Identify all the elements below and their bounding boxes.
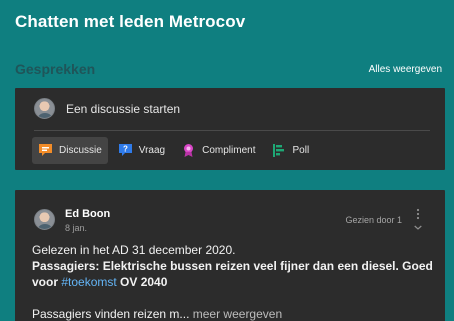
question-button[interactable]: ? Vraag — [112, 137, 171, 164]
svg-text:?: ? — [123, 145, 128, 154]
post-date: 8 jan. — [65, 223, 88, 233]
discussion-label: Discussie — [59, 145, 102, 156]
post-body: Gelezen in het AD 31 december 2020. Pass… — [32, 242, 434, 321]
award-icon — [181, 143, 196, 158]
discussion-post-card: Ed Boon 8 jan. Gezien door 1 Gelezen in … — [15, 190, 445, 321]
conversations-header: Gesprekken Alles weergeven — [15, 61, 442, 77]
start-discussion-input[interactable]: Een discussie starten — [66, 102, 180, 116]
compliment-button[interactable]: Compliment — [175, 137, 261, 164]
poll-button[interactable]: Poll — [265, 137, 315, 164]
hashtag-link[interactable]: #toekomst — [61, 275, 116, 289]
post-headline: Passagiers: Elektrische bussen reizen ve… — [32, 258, 434, 290]
composer-divider — [34, 130, 430, 131]
read-more-link[interactable]: meer weergeven — [193, 307, 282, 321]
seen-by-count[interactable]: Gezien door 1 — [345, 215, 402, 225]
post-author[interactable]: Ed Boon — [65, 208, 110, 220]
post-type-selector: Discussie ? Vraag Compliment Poll — [32, 137, 315, 164]
more-options-button[interactable] — [413, 208, 423, 232]
app-root: Chatten met leden Metrocov Gesprekken Al… — [0, 0, 454, 321]
post-preview: Passagiers vinden reizen m... meer weerg… — [32, 306, 434, 321]
avatar — [34, 98, 55, 119]
discussion-button[interactable]: Discussie — [32, 137, 108, 164]
post-preview-text: Passagiers vinden reizen m... — [32, 307, 190, 321]
question-label: Vraag — [138, 145, 166, 156]
post-headline-suffix: OV 2040 — [116, 275, 168, 289]
author-avatar[interactable] — [34, 209, 55, 230]
poll-icon — [271, 143, 286, 158]
page-title: Chatten met leden Metrocov — [15, 12, 246, 31]
post-intro: Gelezen in het AD 31 december 2020. — [32, 243, 236, 257]
question-icon: ? — [118, 143, 133, 158]
poll-label: Poll — [292, 145, 310, 156]
start-discussion-row[interactable]: Een discussie starten — [34, 98, 180, 119]
conversations-title: Gesprekken — [15, 61, 96, 77]
discussion-composer: Een discussie starten Discussie ? Vraag … — [15, 88, 445, 170]
compliment-label: Compliment — [202, 145, 256, 156]
discussion-icon — [38, 143, 53, 158]
see-all-link[interactable]: Alles weergeven — [369, 64, 442, 75]
